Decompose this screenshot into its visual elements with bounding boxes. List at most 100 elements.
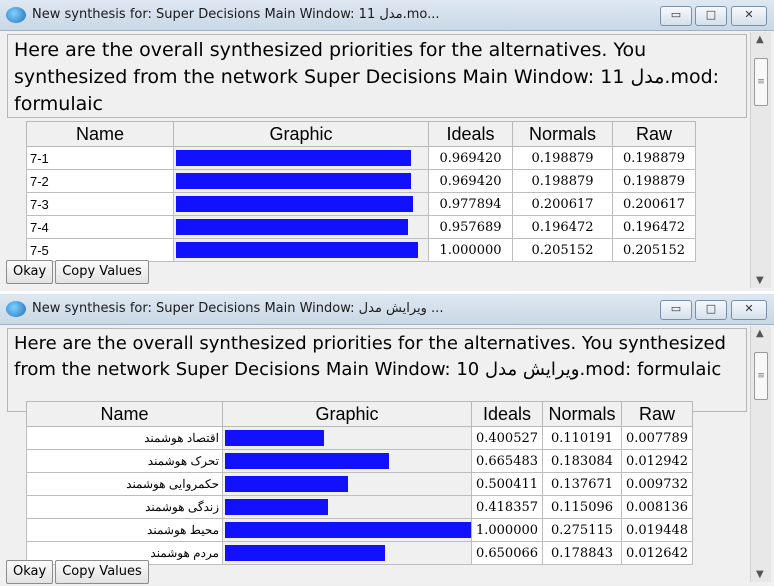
normals-value: 0.178843 bbox=[542, 541, 622, 565]
row-name: 7-1 bbox=[26, 146, 174, 170]
ideals-value: 0.400527 bbox=[471, 426, 543, 450]
table-row[interactable]: تحرک هوشمند 0.665483 0.183084 0.012942 bbox=[26, 449, 693, 473]
normals-value: 0.205152 bbox=[512, 238, 613, 262]
table-row[interactable]: 7-2 0.969420 0.198879 0.198879 bbox=[26, 169, 696, 193]
window-title: New synthesis for: Super Decisions Main … bbox=[32, 7, 440, 22]
copy-values-button[interactable]: Copy Values bbox=[55, 560, 149, 584]
priority-bar bbox=[225, 476, 348, 492]
ideals-value: 0.650066 bbox=[471, 541, 543, 565]
scroll-up-icon[interactable]: ▲ bbox=[756, 328, 764, 339]
maximize-button[interactable]: □ bbox=[695, 6, 727, 26]
normals-value: 0.110191 bbox=[542, 426, 622, 450]
priority-bar-cell bbox=[222, 472, 472, 496]
table-row[interactable]: 7-4 0.957689 0.196472 0.196472 bbox=[26, 215, 696, 239]
raw-value: 0.012942 bbox=[621, 449, 693, 473]
normals-value: 0.198879 bbox=[512, 146, 613, 170]
row-name: 7-4 bbox=[26, 215, 174, 239]
table-row[interactable]: 7-3 0.977894 0.200617 0.200617 bbox=[26, 192, 696, 216]
ideals-value: 0.957689 bbox=[428, 215, 513, 239]
row-name: تحرک هوشمند bbox=[26, 449, 223, 473]
row-name: اقتصاد هوشمند bbox=[26, 426, 223, 450]
column-header-ideals: Ideals bbox=[471, 401, 543, 427]
raw-value: 0.008136 bbox=[621, 495, 693, 519]
close-button[interactable]: ✕ bbox=[731, 300, 767, 320]
column-header-normals: Normals bbox=[542, 401, 622, 427]
normals-value: 0.198879 bbox=[512, 169, 613, 193]
raw-value: 0.009732 bbox=[621, 472, 693, 496]
column-header-graphic: Graphic bbox=[173, 121, 429, 147]
scroll-up-icon[interactable]: ▲ bbox=[756, 34, 764, 45]
column-header-raw: Raw bbox=[621, 401, 693, 427]
raw-value: 0.198879 bbox=[612, 146, 696, 170]
column-header-ideals: Ideals bbox=[428, 121, 513, 147]
raw-value: 0.198879 bbox=[612, 169, 696, 193]
vertical-scrollbar[interactable]: ▲ ≡ ▼ bbox=[750, 32, 771, 288]
priority-bar-cell bbox=[222, 518, 472, 542]
normals-value: 0.196472 bbox=[512, 215, 613, 239]
window-title: New synthesis for: Super Decisions Main … bbox=[32, 301, 444, 316]
table-row[interactable]: زندگی هوشمند 0.418357 0.115096 0.008136 bbox=[26, 495, 693, 519]
maximize-button[interactable]: □ bbox=[695, 300, 727, 320]
title-bar[interactable]: New synthesis for: Super Decisions Main … bbox=[0, 0, 774, 31]
raw-value: 0.007789 bbox=[621, 426, 693, 450]
priority-bar-cell bbox=[173, 146, 429, 170]
priority-bar-cell bbox=[173, 169, 429, 193]
title-bar[interactable]: New synthesis for: Super Decisions Main … bbox=[0, 294, 774, 325]
priority-bar bbox=[225, 430, 324, 446]
ideals-value: 0.969420 bbox=[428, 169, 513, 193]
scroll-thumb[interactable]: ≡ bbox=[754, 352, 768, 400]
copy-values-button[interactable]: Copy Values bbox=[55, 260, 149, 284]
raw-value: 0.012642 bbox=[621, 541, 693, 565]
priorities-table: Name Graphic Ideals Normals Raw 7-1 0.969… bbox=[26, 121, 696, 262]
raw-value: 0.205152 bbox=[612, 238, 696, 262]
scroll-down-icon[interactable]: ▼ bbox=[756, 569, 764, 580]
ideals-value: 0.500411 bbox=[471, 472, 543, 496]
priority-bar bbox=[225, 453, 389, 469]
ideals-value: 1.000000 bbox=[428, 238, 513, 262]
table-row[interactable]: محیط هوشمند 1.000000 0.275115 0.019448 bbox=[26, 518, 693, 542]
priority-bar-cell bbox=[173, 192, 429, 216]
raw-value: 0.019448 bbox=[621, 518, 693, 542]
scroll-thumb[interactable]: ≡ bbox=[754, 58, 768, 106]
button-bar: Okay Copy Values bbox=[6, 560, 151, 584]
minimize-button[interactable]: ▭ bbox=[660, 300, 692, 320]
priority-bar bbox=[176, 219, 408, 235]
ideals-value: 0.969420 bbox=[428, 146, 513, 170]
priority-bar-cell bbox=[222, 495, 472, 519]
priority-bar-cell bbox=[173, 215, 429, 239]
column-header-name: Name bbox=[26, 121, 174, 147]
column-header-normals: Normals bbox=[512, 121, 613, 147]
normals-value: 0.183084 bbox=[542, 449, 622, 473]
row-name: 7-2 bbox=[26, 169, 174, 193]
row-name: 7-5 bbox=[26, 238, 174, 262]
synthesis-window-2: New synthesis for: Super Decisions Main … bbox=[0, 294, 774, 586]
normals-value: 0.200617 bbox=[512, 192, 613, 216]
column-header-raw: Raw bbox=[612, 121, 696, 147]
synthesis-message: Here are the overall synthesized priorit… bbox=[7, 328, 747, 412]
row-name: حکمروایی هوشمند bbox=[26, 472, 223, 496]
table-row[interactable]: حکمروایی هوشمند 0.500411 0.137671 0.009732 bbox=[26, 472, 693, 496]
okay-button[interactable]: Okay bbox=[6, 260, 54, 284]
minimize-button[interactable]: ▭ bbox=[660, 6, 692, 26]
row-name: محیط هوشمند bbox=[26, 518, 223, 542]
close-button[interactable]: ✕ bbox=[731, 6, 767, 26]
priority-bar bbox=[225, 522, 471, 538]
table-row[interactable]: 7-5 1.000000 0.205152 0.205152 bbox=[26, 238, 696, 262]
priority-bar-cell bbox=[173, 238, 429, 262]
row-name: زندگی هوشمند bbox=[26, 495, 223, 519]
scroll-down-icon[interactable]: ▼ bbox=[756, 275, 764, 286]
priority-bar-cell bbox=[222, 541, 472, 565]
priorities-table: Name Graphic Ideals Normals Raw اقتصاد ه… bbox=[26, 401, 693, 565]
table-row[interactable]: اقتصاد هوشمند 0.400527 0.110191 0.007789 bbox=[26, 426, 693, 450]
priority-bar bbox=[176, 173, 411, 189]
okay-button[interactable]: Okay bbox=[6, 560, 54, 584]
synthesis-window-1: New synthesis for: Super Decisions Main … bbox=[0, 0, 774, 291]
ideals-value: 0.665483 bbox=[471, 449, 543, 473]
app-icon bbox=[6, 301, 26, 317]
ideals-value: 1.000000 bbox=[471, 518, 543, 542]
normals-value: 0.137671 bbox=[542, 472, 622, 496]
vertical-scrollbar[interactable]: ▲ ≡ ▼ bbox=[750, 326, 771, 582]
button-bar: Okay Copy Values bbox=[6, 260, 151, 284]
app-icon bbox=[6, 7, 26, 23]
table-row[interactable]: 7-1 0.969420 0.198879 0.198879 bbox=[26, 146, 696, 170]
